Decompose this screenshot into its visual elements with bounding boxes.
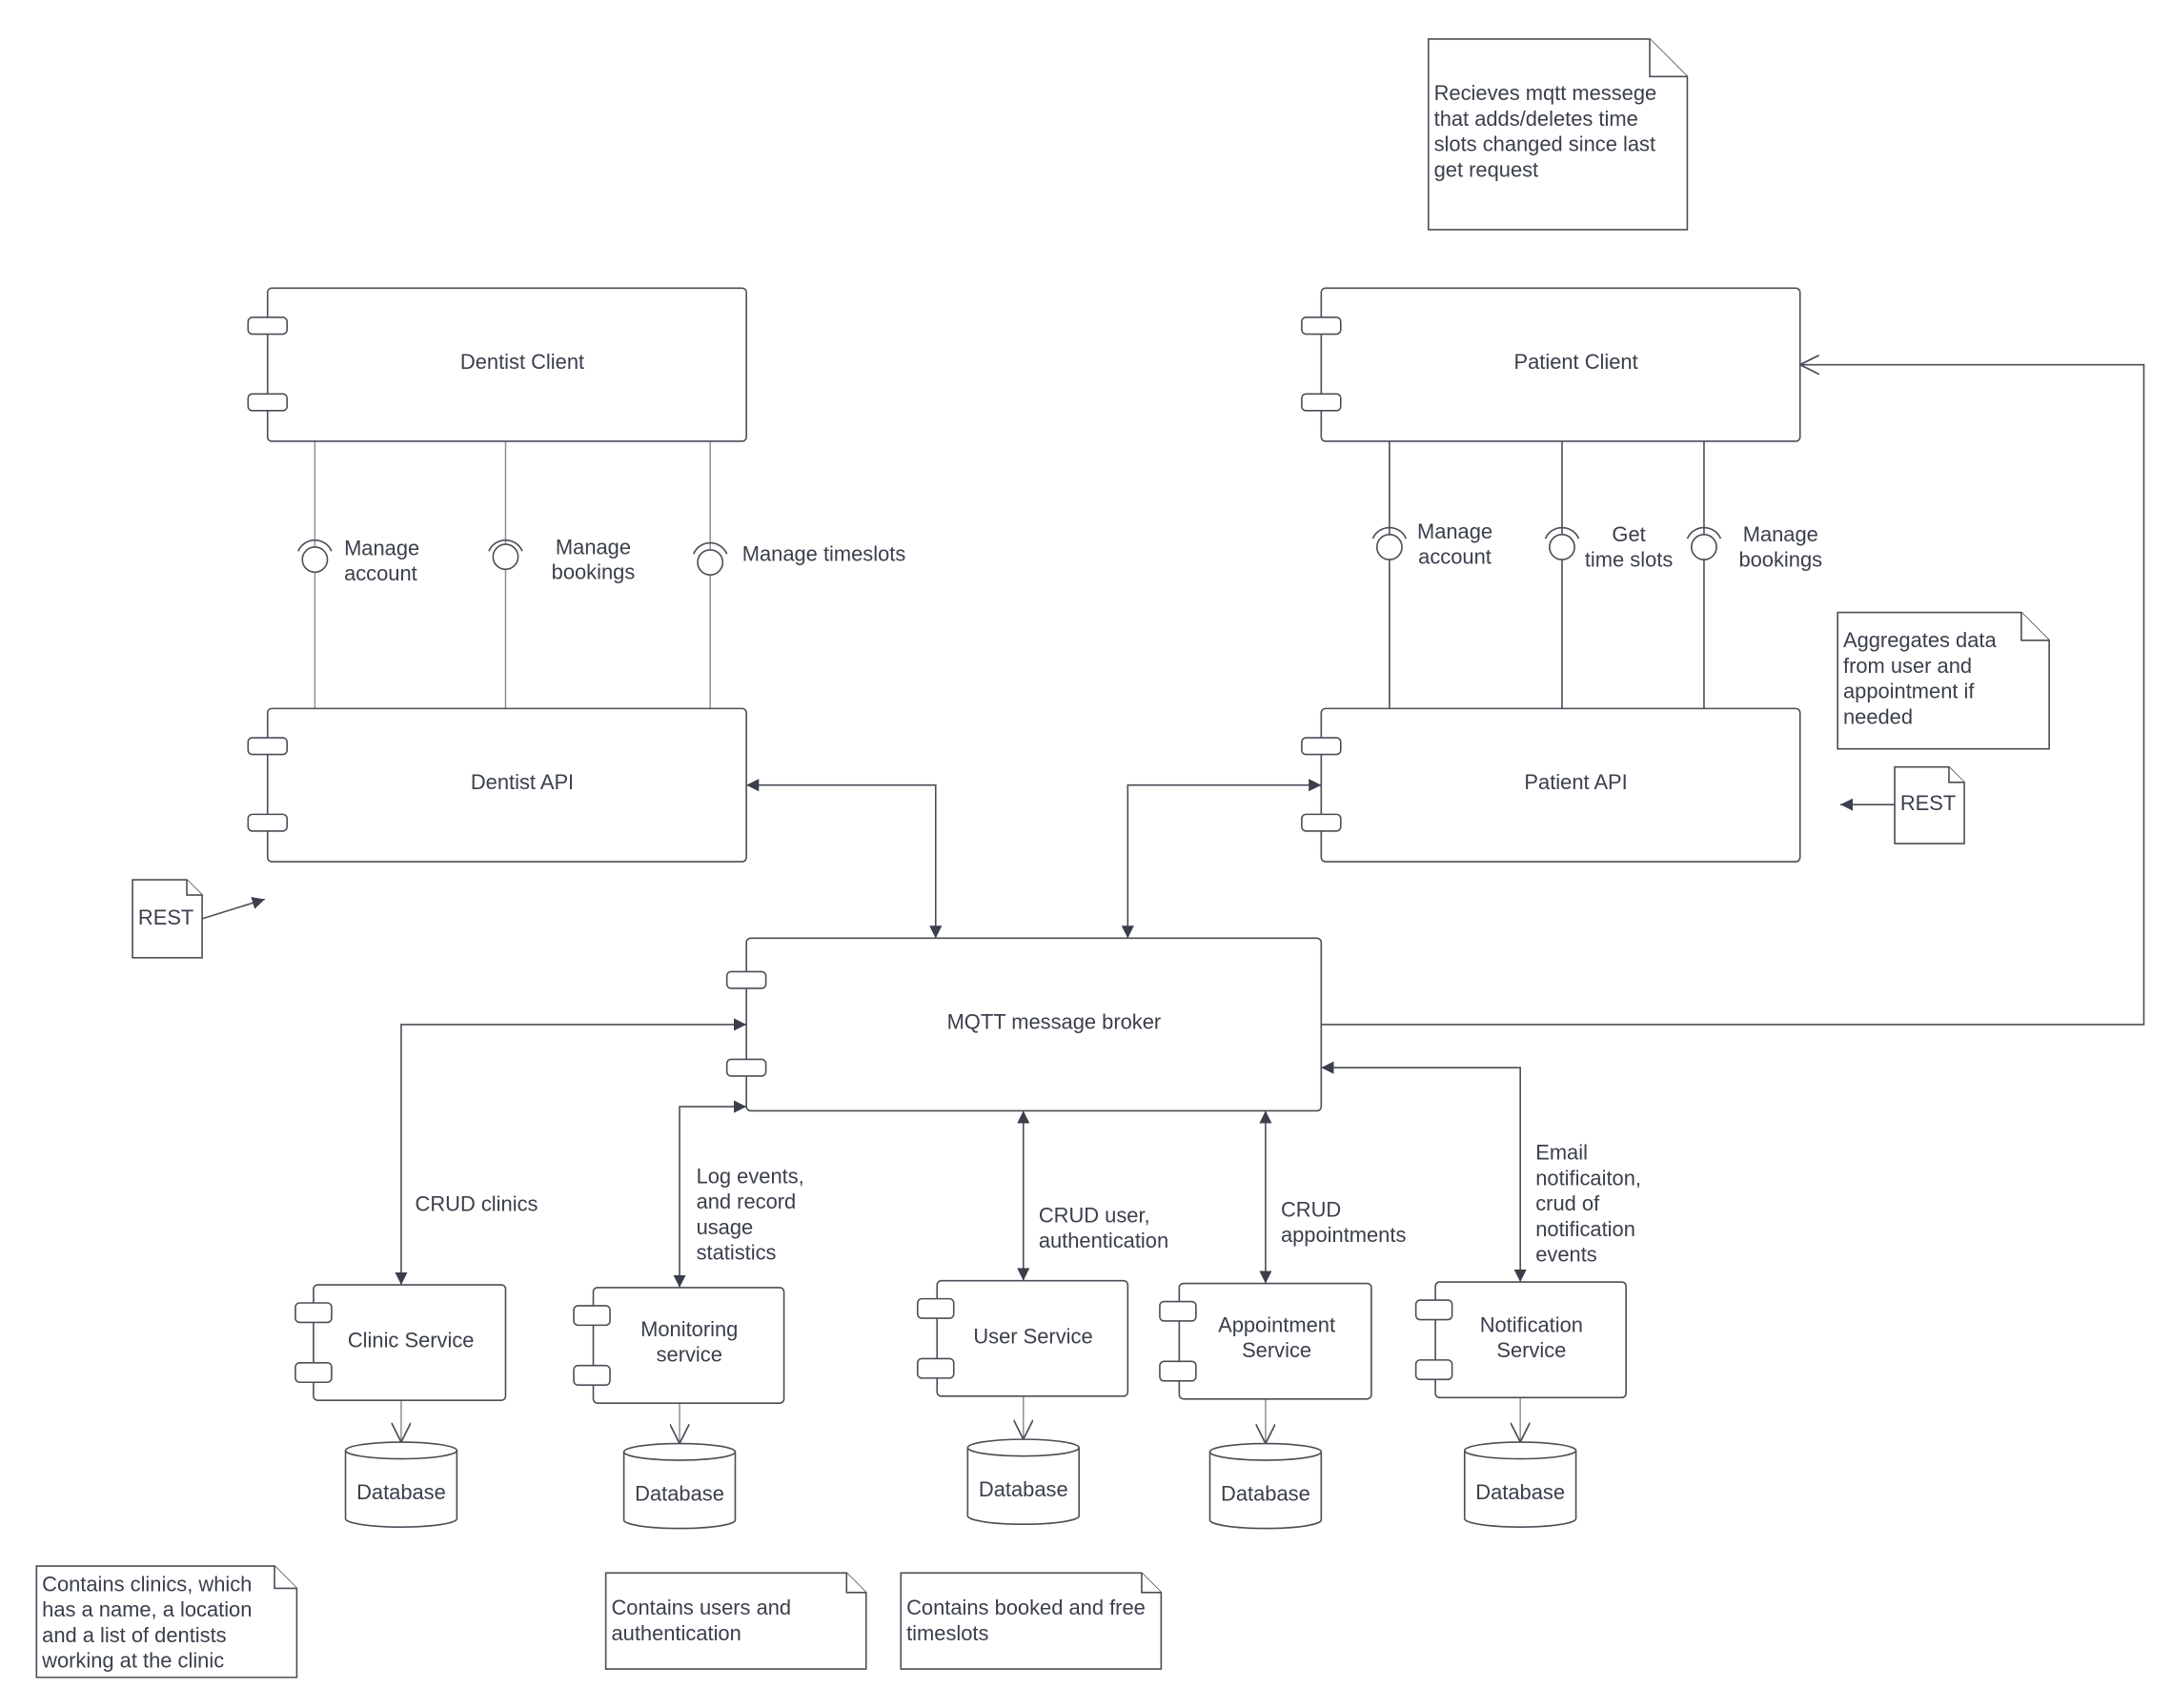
edge-label-clinic: CRUD clinics (416, 1192, 538, 1216)
note-rest-right: REST (1894, 765, 1965, 844)
clinic-database[interactable]: Database (344, 1441, 458, 1528)
database-label: Database (979, 1477, 1068, 1501)
interface-label: Manage bookings (1738, 522, 1822, 571)
rest-left-arrow (201, 897, 266, 920)
database-label: Database (1475, 1480, 1565, 1504)
component-label: Patient Client (1513, 350, 1637, 374)
component-label: Clinic Service (348, 1329, 475, 1352)
patient-api-broker-link[interactable] (1121, 779, 1322, 939)
monitoring-database[interactable]: Database (622, 1442, 737, 1530)
component-label: MQTT message broker (947, 1009, 1162, 1033)
edge-label-appointment: CRUD appointments (1281, 1197, 1406, 1247)
patient-client[interactable]: Patient Client (1301, 287, 1801, 442)
dentist-client[interactable]: Dentist Client (247, 287, 747, 442)
patient-api[interactable]: Patient API (1301, 707, 1801, 863)
user-database[interactable]: Database (966, 1438, 1081, 1526)
monitoring-service[interactable]: Monitoring service (573, 1287, 785, 1404)
interface-label: Get time slots (1585, 522, 1674, 571)
component-label: Patient API (1524, 770, 1627, 794)
edge-label-user: CRUD user, authentication (1039, 1203, 1168, 1252)
svg-text:Contains clinics, whichhas a n: Contains clinics, which has a name, a loc… (41, 1572, 252, 1672)
note-patient-api: Aggregates data from user and appointment … (1837, 611, 2050, 750)
note-clinic-db: Contains clinics, which has a name, a loc… (35, 1565, 298, 1678)
database-label: Database (1221, 1481, 1310, 1505)
interface-get-time-slots[interactable] (1544, 440, 1580, 709)
svg-text:REST: REST (138, 905, 193, 929)
note-rest-left: REST (132, 879, 203, 959)
note-patient-client: Recieves mqtt messege that adds/deletes t… (1427, 38, 1689, 231)
interface-manage-account[interactable] (1371, 440, 1408, 709)
note-user-db: Contains users and authentication (604, 1572, 867, 1670)
dentist-interfaces: Manage account Manage bookings Manage time… (297, 440, 906, 709)
dentist-api[interactable]: Dentist API (247, 707, 747, 863)
component-label: Dentist API (471, 770, 574, 794)
interface-manage-bookings[interactable] (488, 440, 523, 709)
interface-label: Manage account (344, 537, 419, 585)
notification-service[interactable]: Notification Service (1414, 1281, 1627, 1399)
component-label: User Service (973, 1324, 1092, 1348)
component-label: Dentist Client (460, 350, 584, 374)
dentist-api-broker-link[interactable] (746, 779, 943, 939)
note-appointment-db: Contains booked and free timeslots (900, 1572, 1163, 1670)
edge-label-monitoring: Log events, and record usage statistics (697, 1164, 804, 1264)
user-service[interactable]: User Service (916, 1279, 1129, 1397)
interface-label: Manage bookings (552, 535, 636, 583)
component-diagram: Manage account Manage bookings Manage time… (35, 38, 2145, 1678)
interface-manage-timeslots[interactable] (692, 440, 728, 709)
notification-database[interactable]: Database (1463, 1441, 1577, 1528)
broker-clinic-link[interactable] (395, 1018, 747, 1286)
database-label: Database (635, 1481, 724, 1505)
interface-label: Manage account (1417, 519, 1492, 568)
mqtt-broker[interactable]: MQTT message broker (725, 937, 1323, 1112)
interface-manage-bookings[interactable] (1686, 440, 1722, 709)
svg-text:REST: REST (1900, 791, 1956, 815)
edge-label-notification: Email notificaiton, crud of notification eve… (1535, 1141, 1641, 1267)
clinic-service[interactable]: Clinic Service (294, 1284, 507, 1402)
database-label: Database (356, 1480, 446, 1504)
interface-manage-account[interactable] (297, 440, 333, 709)
patient-interfaces: Manage account Get time slots Manage bookin… (1371, 440, 1822, 709)
appointment-service[interactable]: Appointment Service (1159, 1282, 1372, 1400)
interface-label: Manage timeslots (742, 542, 906, 566)
broker-notification-link[interactable] (1321, 1061, 1527, 1283)
appointment-database[interactable]: Database (1208, 1442, 1323, 1530)
connectors (201, 365, 2145, 1444)
